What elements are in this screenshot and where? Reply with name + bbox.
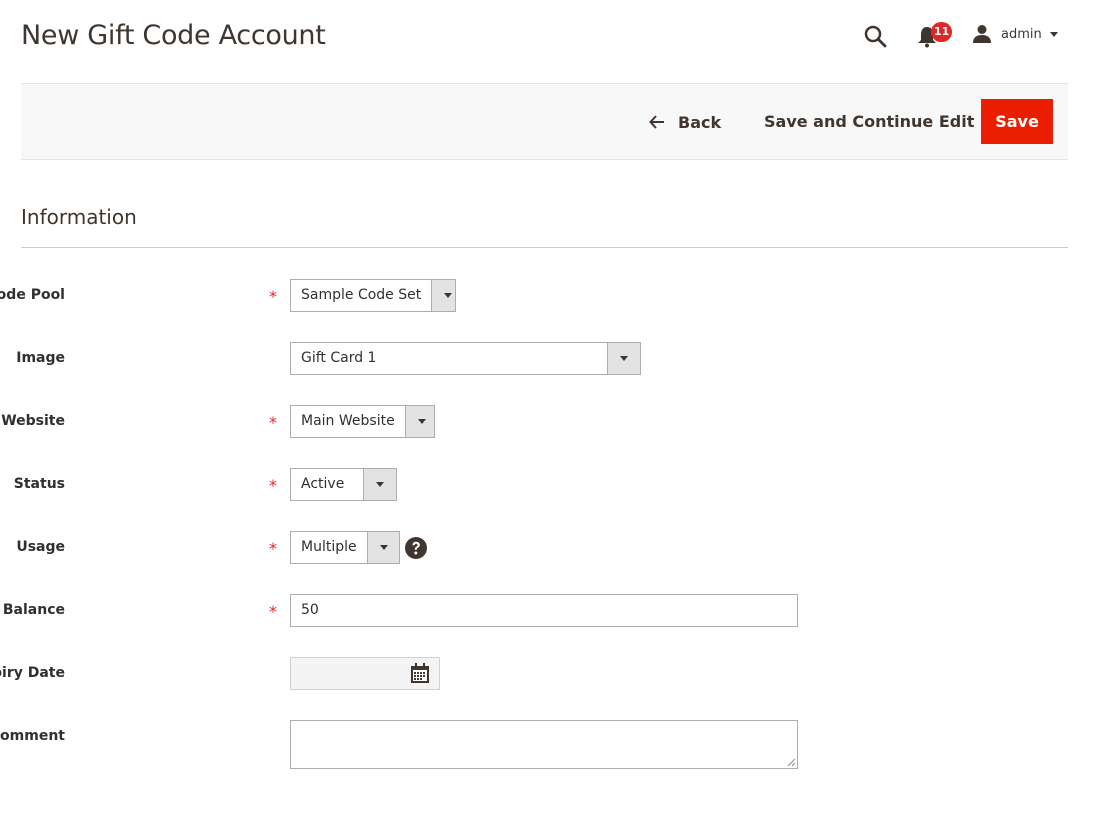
field-expiry-date: Expiry Date (0, 657, 900, 690)
status-label: Status (13, 476, 65, 492)
website-select[interactable]: Main Website (290, 405, 435, 438)
notifications-badge: 11 (931, 22, 953, 42)
comment-label: Comment (0, 728, 65, 744)
chevron-down-icon (1049, 31, 1058, 37)
calendar-icon[interactable] (410, 663, 430, 684)
field-usage: Usage * Multiple (0, 531, 900, 564)
chevron-down-icon (366, 532, 399, 563)
field-image: Image Gift Card 1 (0, 342, 900, 375)
code-pool-select[interactable]: Sample Code Set (290, 279, 456, 312)
chevron-down-icon (431, 280, 455, 311)
image-select[interactable]: Gift Card 1 (290, 342, 641, 375)
save-button[interactable]: Save (981, 99, 1053, 144)
resize-handle-icon[interactable] (787, 758, 796, 767)
website-value: Main Website (301, 413, 395, 429)
required-marker: * (269, 539, 277, 558)
back-label: Back (678, 112, 722, 132)
balance-input[interactable]: 50 (290, 594, 798, 627)
code-pool-label: Code Pool (0, 287, 65, 303)
page-title: New Gift Code Account (21, 20, 326, 51)
field-comment: Comment (0, 720, 900, 770)
field-website: Website * Main Website (0, 405, 900, 438)
save-and-continue-button[interactable]: Save and Continue Edit (764, 111, 974, 133)
expiry-date-label: Expiry Date (0, 665, 65, 681)
section-title: Information (21, 205, 137, 229)
help-icon[interactable] (405, 537, 427, 559)
user-icon (973, 25, 991, 43)
field-balance: Balance * 50 (0, 594, 900, 627)
image-value: Gift Card 1 (301, 350, 377, 366)
back-button[interactable]: Back (649, 111, 721, 133)
required-marker: * (269, 413, 277, 432)
page-actions-toolbar: Back Save and Continue Edit Save (21, 83, 1068, 160)
chevron-down-icon (607, 343, 640, 374)
balance-label: Balance (2, 602, 65, 618)
chevron-down-icon (404, 406, 434, 437)
search-button[interactable] (863, 24, 887, 48)
comment-textarea[interactable] (290, 720, 798, 769)
arrow-left-icon (649, 115, 664, 129)
notifications-button[interactable]: 11 (917, 22, 953, 48)
section-divider (21, 247, 1068, 248)
expiry-date-input[interactable] (290, 657, 440, 690)
website-label: Website (1, 413, 65, 429)
status-value: Active (301, 476, 345, 492)
user-name: admin (1001, 26, 1042, 42)
search-icon (864, 25, 887, 48)
user-menu[interactable]: admin (972, 22, 1058, 46)
chevron-down-icon (363, 469, 396, 500)
usage-select[interactable]: Multiple (290, 531, 400, 564)
required-marker: * (269, 602, 277, 621)
field-status: Status * Active (0, 468, 900, 501)
required-marker: * (269, 476, 277, 495)
code-pool-value: Sample Code Set (301, 287, 422, 303)
field-code-pool: Code Pool * Sample Code Set (0, 279, 900, 312)
image-label: Image (16, 350, 65, 366)
status-select[interactable]: Active (290, 468, 397, 501)
usage-value: Multiple (301, 539, 357, 555)
usage-label: Usage (16, 539, 65, 555)
required-marker: * (269, 287, 277, 306)
